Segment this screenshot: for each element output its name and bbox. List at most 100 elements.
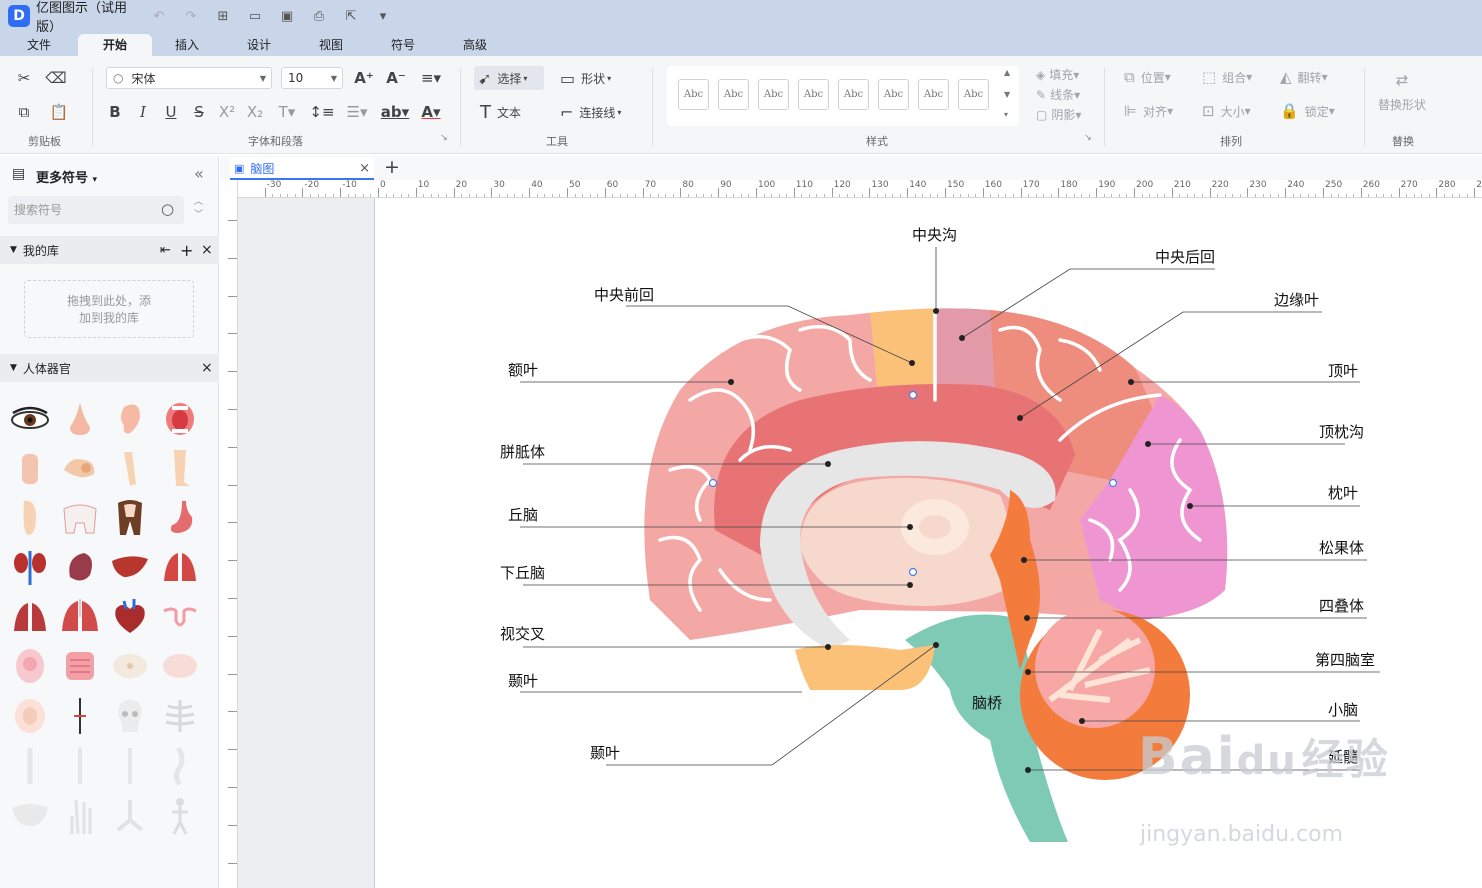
spine-symbol[interactable]: [160, 746, 200, 786]
hand-bones-symbol[interactable]: [60, 796, 100, 836]
uterus-symbol[interactable]: [160, 597, 200, 637]
shadow-button[interactable]: ▢ 阴影 ▾: [1036, 106, 1081, 123]
bullet-list-icon[interactable]: ☰▾: [342, 100, 372, 124]
increase-font-icon[interactable]: A⁺: [352, 66, 376, 90]
text-tool-button[interactable]: T 文本: [480, 100, 521, 124]
lungs-symbol[interactable]: [160, 547, 200, 587]
save-icon[interactable]: ▣: [274, 5, 300, 27]
liver-symbol[interactable]: [110, 547, 150, 587]
redo-icon[interactable]: ↷: [178, 5, 204, 27]
tab-symbols[interactable]: 符号: [374, 34, 432, 56]
document-tab[interactable]: ▣ 脑图 ×: [230, 158, 374, 180]
tab-home[interactable]: 开始: [78, 34, 152, 56]
expand-dialog-icon[interactable]: ↘: [1082, 132, 1094, 144]
open-folder-icon[interactable]: ▭: [242, 5, 268, 27]
superscript-icon[interactable]: X²: [216, 100, 238, 124]
connector-tool-button[interactable]: ⌐ 连接线 ▾: [560, 100, 621, 124]
copy-icon[interactable]: ⧉: [12, 100, 36, 124]
size-button[interactable]: ⊡ 大小 ▾: [1202, 102, 1251, 120]
lungs-symbol-2[interactable]: [10, 597, 50, 637]
label-parieto-occipital-sulcus[interactable]: 顶枕沟: [1319, 421, 1364, 442]
text-case-icon[interactable]: T▾: [272, 100, 302, 124]
tab-view[interactable]: 视图: [302, 34, 360, 56]
format-painter-icon[interactable]: ⌫: [44, 66, 68, 90]
bronchial-lungs-symbol[interactable]: [60, 597, 100, 637]
kidneys-symbol[interactable]: [10, 547, 50, 587]
expand-dialog-icon[interactable]: ↘: [438, 132, 450, 144]
label-fourth-ventricle[interactable]: 第四脑室: [1315, 649, 1375, 670]
label-cerebellum[interactable]: 小脑: [1328, 699, 1358, 720]
mouth-symbol[interactable]: [160, 399, 200, 439]
label-thalamus[interactable]: 丘脑: [508, 504, 538, 525]
label-pons[interactable]: 脑桥: [972, 692, 1002, 713]
label-frontal-lobe[interactable]: 额叶: [508, 359, 538, 380]
tab-insert[interactable]: 插入: [158, 34, 216, 56]
replace-shape-icon[interactable]: ⇄: [1390, 68, 1414, 92]
label-temporal-lobe-2[interactable]: 颞叶: [590, 742, 620, 763]
select-tool-button[interactable]: ➹ 选择 ▾: [474, 66, 544, 90]
quick-access-dropdown-icon[interactable]: ▾: [370, 5, 396, 27]
paste-icon[interactable]: 📋: [44, 100, 74, 124]
eye-symbol[interactable]: [10, 399, 50, 439]
tab-file[interactable]: 文件: [10, 34, 68, 56]
label-postcentral-gyrus[interactable]: 中央后回: [1155, 246, 1215, 267]
close-tab-icon[interactable]: ×: [359, 161, 370, 176]
leg-symbol[interactable]: [160, 448, 200, 488]
font-size-select[interactable]: 10 ▼: [281, 67, 343, 89]
my-library-drop-zone[interactable]: 拖拽到此处，添 加到我的库: [24, 280, 194, 338]
label-parietal-lobe[interactable]: 顶叶: [1328, 360, 1358, 381]
nose-symbol[interactable]: [60, 399, 100, 439]
style-swatch[interactable]: Abc: [878, 79, 909, 110]
label-temporal-lobe-1[interactable]: 颞叶: [508, 670, 538, 691]
style-swatch[interactable]: Abc: [838, 79, 869, 110]
replace-shape-button[interactable]: 替换形状: [1378, 96, 1426, 113]
fill-button[interactable]: ◈ 填充 ▾: [1036, 66, 1079, 83]
italic-icon[interactable]: I: [132, 100, 154, 124]
larynx-symbol[interactable]: [10, 448, 50, 488]
spleen-symbol[interactable]: [60, 547, 100, 587]
foot-bones-symbol[interactable]: [110, 796, 150, 836]
pelvis-symbol[interactable]: [10, 796, 50, 836]
temporal-base-shape[interactable]: [795, 645, 935, 690]
ear-symbol[interactable]: [110, 399, 150, 439]
font-family-select[interactable]: ○ 宋体 ▼: [106, 67, 272, 89]
style-swatch[interactable]: Abc: [798, 79, 829, 110]
symbol-search-input[interactable]: 搜索符号: [8, 196, 184, 224]
search-nav-icon[interactable]: ︿ ﹀: [194, 196, 203, 222]
heart-symbol[interactable]: [110, 597, 150, 637]
add-tab-icon[interactable]: +: [384, 156, 400, 178]
brain-side-symbol[interactable]: [160, 646, 200, 686]
subscript-icon[interactable]: X₂: [244, 100, 266, 124]
intestine-symbol[interactable]: [60, 646, 100, 686]
export-icon[interactable]: ⇱: [338, 5, 364, 27]
tooth-root-symbol[interactable]: [110, 497, 150, 537]
skull-symbol[interactable]: [110, 696, 150, 736]
style-swatch[interactable]: Abc: [758, 79, 789, 110]
skeleton-symbol[interactable]: [160, 796, 200, 836]
style-swatch[interactable]: Abc: [678, 79, 709, 110]
humerus-symbol[interactable]: [60, 746, 100, 786]
gallery-up-icon[interactable]: ▲: [1004, 68, 1010, 77]
tibia-symbol[interactable]: [110, 746, 150, 786]
my-library-header[interactable]: ▼ 我的库 ⇤ + ×: [0, 236, 219, 264]
stomach-symbol[interactable]: [160, 497, 200, 537]
horizontal-ruler[interactable]: -30 -20 -10 0 10 20 30 40 50 60 70 80 90 100 110 120 130…: [238, 180, 1482, 198]
text-align-icon[interactable]: ≡▾: [416, 66, 446, 90]
label-hypothalamus[interactable]: 下丘脑: [500, 562, 545, 583]
highlight-color-icon[interactable]: ab▾: [378, 100, 412, 124]
thalamus-shape[interactable]: [800, 477, 1012, 606]
close-icon[interactable]: ×: [201, 360, 213, 376]
femur-symbol[interactable]: [10, 746, 50, 786]
underline-icon[interactable]: U: [160, 100, 182, 124]
inner-ear-symbol[interactable]: [60, 448, 100, 488]
flip-button[interactable]: ◭ 翻转 ▾: [1280, 68, 1328, 86]
vertical-ruler[interactable]: 2030405060708090100110120130140150160170…: [220, 180, 238, 888]
position-button[interactable]: ⧉ 位置 ▾: [1124, 68, 1171, 86]
line-spacing-icon[interactable]: ↕≡: [306, 100, 338, 124]
gallery-more-icon[interactable]: ▾: [1004, 110, 1008, 119]
cut-icon[interactable]: ✂: [12, 66, 36, 90]
organs-library-header[interactable]: ▼ 人体器官 ×: [0, 354, 219, 382]
strikethrough-icon[interactable]: S: [188, 100, 210, 124]
close-icon[interactable]: ×: [201, 242, 213, 258]
decrease-font-icon[interactable]: A⁻: [384, 66, 408, 90]
